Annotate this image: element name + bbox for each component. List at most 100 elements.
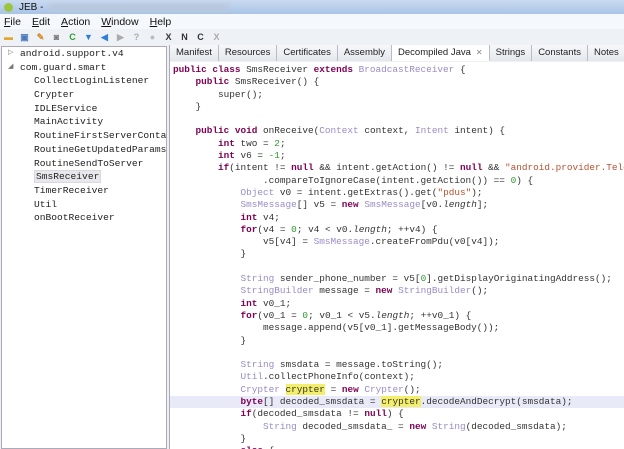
type-name: SmsMessage — [364, 199, 421, 211]
keyword: int — [240, 297, 264, 309]
tab-resources[interactable]: Resources — [218, 45, 278, 61]
code-text: v4; — [263, 211, 280, 223]
menu-bar: File Edit Action Window Help — [0, 14, 624, 29]
number-literal: -1 — [268, 150, 280, 162]
code-line: for(v0_1 = 0; v0_1 < v5.length; ++v0_1) … — [170, 310, 624, 322]
arrow-right-icon[interactable]: ▶ — [115, 32, 126, 43]
tab-label: Decompiled Java — [398, 47, 471, 58]
tree-item[interactable]: RoutineSendToServer — [2, 157, 166, 171]
help-icon[interactable]: ? — [131, 32, 142, 43]
code-text: intent) { — [448, 125, 505, 137]
tab-decompiled-java[interactable]: Decompiled Java ✕ — [392, 45, 490, 61]
type-name: Context — [319, 125, 359, 137]
code-text: (v0_1 = — [257, 309, 303, 321]
window-title: JEB - — [19, 1, 44, 13]
save-icon[interactable]: ▣ — [19, 32, 30, 43]
tree-item[interactable]: Crypter — [2, 88, 166, 102]
tab-assembly[interactable]: Assembly — [337, 45, 393, 61]
package-tree: ▷ android.support.v4 ◢ com.guard.smart Colle… — [1, 46, 167, 449]
code-line: byte[] decoded_smsdata = crypter.decodeA… — [170, 396, 624, 409]
code-text: ; ++v4) { — [386, 223, 438, 235]
code-text: ; ++v0_1) { — [409, 309, 472, 321]
arrow-left-icon[interactable]: ◀ — [99, 32, 110, 43]
tree-item[interactable]: MainActivity — [2, 115, 166, 129]
code-text: = — [324, 383, 342, 395]
code-text: { — [263, 445, 275, 449]
tree-item[interactable]: RoutineGetUpdatedParams — [2, 143, 166, 157]
keyword: null — [291, 162, 314, 174]
tree-item[interactable]: Util — [2, 198, 166, 212]
menu-edit[interactable]: Edit — [32, 16, 50, 28]
keyword: for — [240, 223, 258, 235]
tree-item[interactable]: onBootReceiver — [2, 211, 166, 225]
android-icon[interactable]: ◙ — [51, 32, 62, 43]
tab-manifest[interactable]: Manifest — [170, 45, 219, 61]
menu-file[interactable]: File — [4, 16, 21, 28]
close-tab-icon[interactable]: ✕ — [476, 48, 483, 57]
rename-icon[interactable]: N — [179, 32, 190, 43]
keyword: new — [341, 383, 365, 395]
tree-item[interactable]: CollectLoginListener — [2, 74, 166, 88]
wrench-icon[interactable]: ✎ — [35, 32, 46, 43]
keyword: byte — [240, 396, 264, 408]
code-text: v0_1; — [263, 297, 292, 309]
tab-constants[interactable]: Constants — [532, 45, 588, 61]
arrow-down-icon[interactable]: ▼ — [83, 32, 94, 43]
keyword: int — [218, 137, 241, 149]
code-text: sender_phone_number = v5[ — [274, 273, 421, 285]
tree-item[interactable]: RoutineFirstServerContact — [2, 129, 166, 143]
x-ref-icon[interactable]: X — [163, 32, 174, 43]
code-view[interactable]: public class SmsReceiver extends Broadca… — [170, 62, 624, 449]
tab-certificates[interactable]: Certificates — [277, 45, 338, 61]
code-line: int v0_1; — [170, 298, 624, 310]
code-text: (); — [471, 285, 489, 297]
type-name: SmsMessage — [240, 199, 297, 211]
keyword: public void — [195, 125, 264, 137]
x-disabled-icon[interactable]: X — [211, 32, 222, 43]
code-line: message.append(v5[v0_1].getMessageBody()… — [170, 322, 624, 334]
menu-help[interactable]: Help — [150, 16, 172, 28]
menu-window[interactable]: Window — [101, 16, 138, 28]
keyword: if — [218, 162, 230, 174]
folder-open-icon[interactable]: ▬ — [3, 32, 14, 43]
expand-arrow-icon[interactable]: ▷ — [8, 47, 13, 61]
tree-item-label: MainActivity — [34, 116, 104, 128]
tree-item-label: com.guard.smart — [20, 61, 107, 73]
code-line: Object v0 = intent.getExtras().get("pdus… — [170, 187, 624, 199]
code-line: int two = 2; — [170, 138, 624, 150]
tab-notes[interactable]: Notes — [587, 45, 624, 61]
keyword: public class — [173, 64, 247, 75]
refresh-icon[interactable]: C — [67, 32, 78, 43]
code-text: message = — [313, 285, 376, 297]
code-line: } — [170, 335, 624, 347]
code-text: ); — [471, 186, 483, 198]
tree-item[interactable]: TimerReceiver — [2, 184, 166, 198]
info-icon[interactable]: ● — [147, 32, 158, 43]
code-line: } — [170, 101, 624, 113]
collapse-arrow-icon[interactable]: ◢ — [8, 61, 13, 75]
comment-icon[interactable]: C — [195, 32, 206, 43]
code-line: if(intent != null && intent.getAction() … — [170, 162, 624, 174]
code-text: .decodeAndDecrypt(smsdata); — [420, 396, 573, 408]
tree-item[interactable]: IDLEService — [2, 102, 166, 116]
tree-item[interactable]: ◢ com.guard.smart — [2, 61, 166, 75]
menu-action[interactable]: Action — [61, 16, 90, 28]
tree-item[interactable]: ▷ android.support.v4 — [2, 47, 166, 61]
code-text: && — [482, 162, 505, 174]
code-line: String sender_phone_number = v5[0].getDi… — [170, 273, 624, 285]
tab-strings[interactable]: Strings — [489, 45, 533, 61]
tree-item[interactable]: SmsReceiver — [2, 170, 166, 184]
code-text: smsdata = message.toString(); — [274, 359, 444, 371]
